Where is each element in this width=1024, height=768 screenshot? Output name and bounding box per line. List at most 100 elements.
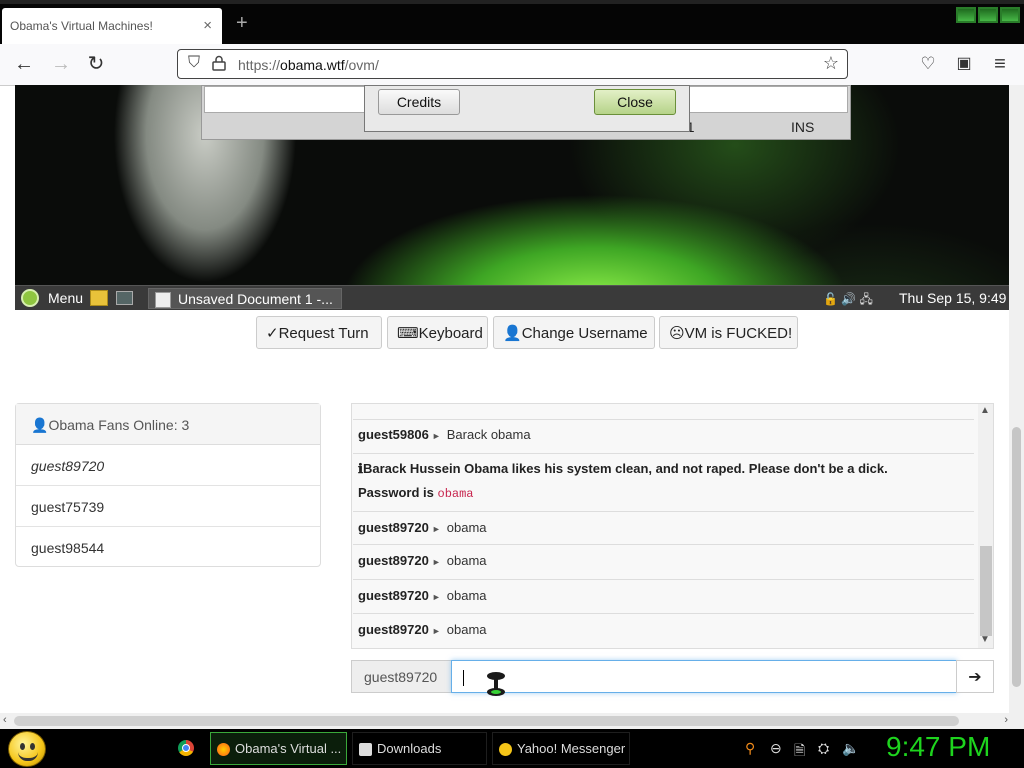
vm-display[interactable]: ol 1 INS Credits Close Menu Unsaved Docu… xyxy=(15,85,1009,310)
page-vertical-scrollbar[interactable] xyxy=(1009,85,1024,713)
arrow-icon: ► xyxy=(431,431,441,441)
chat-message: guest89720 ► obama xyxy=(353,545,974,580)
chat-text: Barack obama xyxy=(446,427,531,442)
page-horizontal-scrollbar[interactable]: ‹ › xyxy=(0,713,1024,729)
vm-clock: Thu Sep 15, 9:49 xyxy=(899,290,1007,306)
back-button[interactable]: ← xyxy=(12,53,36,75)
chat-text: obama xyxy=(446,553,487,568)
minus-circle-icon[interactable]: ⊖ xyxy=(770,740,782,757)
frown-icon: ☹ xyxy=(669,325,685,342)
editor-status-ins: INS xyxy=(791,119,815,135)
taskbar-clock: 9:47 PM xyxy=(886,731,991,762)
chat-panel[interactable]: guest59806 ► Barack obama ℹBarack Hussein … xyxy=(351,403,994,649)
minimize-button[interactable] xyxy=(956,7,976,23)
volume-icon[interactable]: 🔈 xyxy=(842,740,859,757)
user-edit-icon: 👤 xyxy=(503,325,522,342)
vm-task-unsaved-document[interactable]: Unsaved Document 1 -... xyxy=(148,288,342,309)
chat-username: guest89720 xyxy=(358,520,429,535)
online-users-panel: 👤Obama Fans Online: 3 guest89720 guest75… xyxy=(15,403,321,567)
send-button[interactable]: ➔ xyxy=(956,660,994,693)
pocket-icon[interactable]: ♡ xyxy=(916,53,940,75)
arrow-icon: ► xyxy=(431,592,441,602)
user-icon: 👤 xyxy=(31,417,49,433)
yahoo-smiley-icon xyxy=(499,743,512,756)
scroll-up-icon[interactable]: ▲ xyxy=(980,405,990,416)
chat-username: guest59806 xyxy=(358,427,429,442)
shield-icon[interactable]: ⛉ xyxy=(188,54,200,72)
scroll-down-icon[interactable]: ▼ xyxy=(980,634,990,645)
user-list-item: guest75739 xyxy=(16,486,320,527)
navigation-bar: ← → ↻ ⛉ https://obama.wtf/ovm/ ☆ ♡ ▣ ≡ xyxy=(0,44,1024,86)
chat-username: guest89720 xyxy=(358,588,429,603)
chat-message: guest89720 ► obama xyxy=(353,511,974,545)
chat-scrollbar[interactable]: ▲ ▼ xyxy=(978,404,993,648)
chat-username: guest89720 xyxy=(358,553,429,568)
url-bar[interactable]: ⛉ https://obama.wtf/ovm/ ☆ xyxy=(177,49,848,79)
taskbar-downloads[interactable]: Downloads xyxy=(352,732,487,765)
page-scrollbar-thumb[interactable] xyxy=(1012,427,1021,687)
smiley-start-icon[interactable] xyxy=(8,731,46,767)
maximize-button[interactable] xyxy=(978,7,998,23)
text-editor-launcher-icon[interactable] xyxy=(90,290,108,306)
arrow-right-icon: ➔ xyxy=(968,669,982,686)
arrow-icon: ► xyxy=(431,626,441,636)
tab-close-icon[interactable]: × xyxy=(203,17,212,34)
taskbar-yahoo[interactable]: Yahoo! Messenger xyxy=(492,732,630,765)
user-list-item: guest98544 xyxy=(31,540,105,556)
keyboard-button[interactable]: ⌨Keyboard xyxy=(387,316,488,349)
chat-message: guest89720 ► obama xyxy=(353,580,974,614)
search-icon[interactable]: ⚲ xyxy=(745,740,755,757)
firefox-icon xyxy=(217,743,230,756)
chat-text: obama xyxy=(446,520,487,535)
vm-menu-label[interactable]: Menu xyxy=(48,290,83,306)
scroll-right-icon[interactable]: › xyxy=(1004,714,1008,726)
arrow-icon: ► xyxy=(431,557,441,567)
bookmark-star-icon[interactable]: ☆ xyxy=(823,53,839,74)
vm-tray-icons: 🔓 🔊 🖧 xyxy=(823,292,873,306)
close-window-button[interactable] xyxy=(1000,7,1020,23)
screen: { "browser": { "tab_title": "Obama's Vir… xyxy=(0,0,1024,768)
lock-icon[interactable] xyxy=(212,55,226,71)
about-dialog: Credits Close xyxy=(364,85,690,132)
chat-text: obama xyxy=(446,588,487,603)
chat-input[interactable] xyxy=(451,660,957,696)
password-code: obama xyxy=(437,487,474,501)
arrow-icon: ► xyxy=(431,524,441,534)
text-caret xyxy=(463,670,464,686)
extensions-icon[interactable]: ▣ xyxy=(952,53,976,75)
vm-taskbar: Menu Unsaved Document 1 -... 🔓 🔊 🖧 Thu S… xyxy=(15,285,1009,310)
system-message: ℹBarack Hussein Obama likes his system c… xyxy=(358,461,888,501)
os-taskbar: Obama's Virtual ... Downloads Yahoo! Mes… xyxy=(0,729,1024,768)
reload-button[interactable]: ↻ xyxy=(84,53,108,75)
terminal-launcher-icon[interactable] xyxy=(116,291,133,305)
file-blocked-icon[interactable]: 🗎 xyxy=(794,740,805,764)
taskbar-firefox[interactable]: Obama's Virtual ... xyxy=(210,732,347,765)
close-dialog-button[interactable]: Close xyxy=(594,89,676,115)
chat-message: guest89720 ► obama xyxy=(353,614,974,648)
chrome-icon[interactable] xyxy=(178,740,194,756)
forward-button[interactable]: → xyxy=(49,53,73,75)
scroll-left-icon[interactable]: ‹ xyxy=(3,714,7,726)
chat-scrollbar-thumb[interactable] xyxy=(980,546,992,636)
tab-obama-vms[interactable]: Obama's Virtual Machines! × xyxy=(2,8,222,44)
horizontal-scrollbar-thumb[interactable] xyxy=(14,716,959,726)
tab-title: Obama's Virtual Machines! xyxy=(10,19,153,33)
vm-broken-button[interactable]: ☹VM is FUCKED! xyxy=(659,316,798,349)
chat-text: obama xyxy=(446,622,487,637)
network-icon[interactable]: ⛭ xyxy=(818,740,829,757)
hamburger-menu-icon[interactable]: ≡ xyxy=(988,53,1012,75)
credits-button[interactable]: Credits xyxy=(378,89,460,115)
user-list-item: guest89720 xyxy=(16,445,320,486)
browser-tab-bar: Obama's Virtual Machines! × + xyxy=(0,0,1024,44)
change-username-button[interactable]: 👤Change Username xyxy=(493,316,655,349)
request-turn-button[interactable]: ✓Request Turn xyxy=(256,316,382,349)
window-controls xyxy=(956,7,1020,23)
new-tab-button[interactable]: + xyxy=(236,12,248,35)
chat-username-label: guest89720 xyxy=(351,660,452,693)
chat-message: guest59806 ► Barack obama xyxy=(353,420,974,454)
folder-icon xyxy=(359,743,372,756)
mint-menu-icon[interactable] xyxy=(21,289,39,307)
ibeam-cursor-icon xyxy=(487,672,505,696)
chat-message-partial xyxy=(353,404,974,420)
url-text: https://obama.wtf/ovm/ xyxy=(238,57,379,73)
